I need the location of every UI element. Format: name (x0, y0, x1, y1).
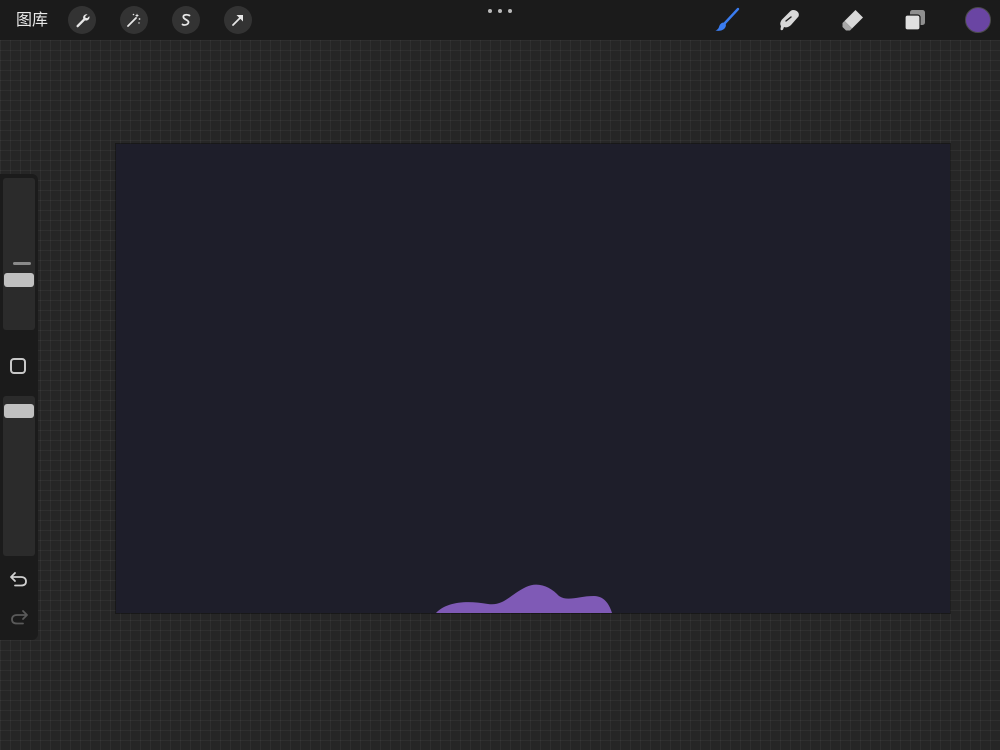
top-toolbar: 图库 (0, 0, 1000, 40)
layers-button[interactable] (901, 6, 929, 34)
dot-icon (488, 9, 492, 13)
selection-icon (181, 13, 191, 26)
opacity-thumb[interactable] (4, 404, 34, 418)
selection-button[interactable] (172, 6, 200, 34)
transform-button[interactable] (224, 6, 252, 34)
redo-icon[interactable] (8, 606, 30, 628)
gallery-button[interactable]: 图库 (16, 9, 48, 31)
purple-stroke (436, 584, 612, 613)
opacity-slider[interactable] (3, 396, 35, 556)
color-picker-swatch[interactable] (965, 7, 991, 33)
smudge-tool-button[interactable] (776, 6, 804, 34)
transform-arrow-icon (232, 15, 243, 26)
eraser-icon (842, 10, 863, 31)
adjustments-button[interactable] (120, 6, 148, 34)
modify-button[interactable] (10, 358, 26, 374)
magic-wand-icon (127, 13, 141, 27)
undo-icon[interactable] (8, 568, 30, 590)
slider-marker (13, 262, 31, 265)
brush-size-thumb[interactable] (4, 273, 34, 287)
canvas-artwork (436, 584, 612, 613)
layers-icon (904, 10, 925, 31)
procreate-app: 图库 (0, 0, 1000, 750)
actions-button[interactable] (68, 6, 96, 34)
brush-icon (715, 7, 740, 31)
dot-icon (498, 9, 502, 13)
dot-icon (508, 9, 512, 13)
wrench-icon (76, 14, 90, 28)
drawing-canvas[interactable] (116, 144, 950, 613)
smudge-icon (780, 10, 799, 31)
paint-tool-button[interactable] (713, 6, 741, 34)
eraser-tool-button[interactable] (839, 6, 867, 34)
more-options-button[interactable] (488, 6, 512, 16)
brush-size-slider[interactable] (3, 178, 35, 330)
left-sidebar (0, 174, 38, 640)
